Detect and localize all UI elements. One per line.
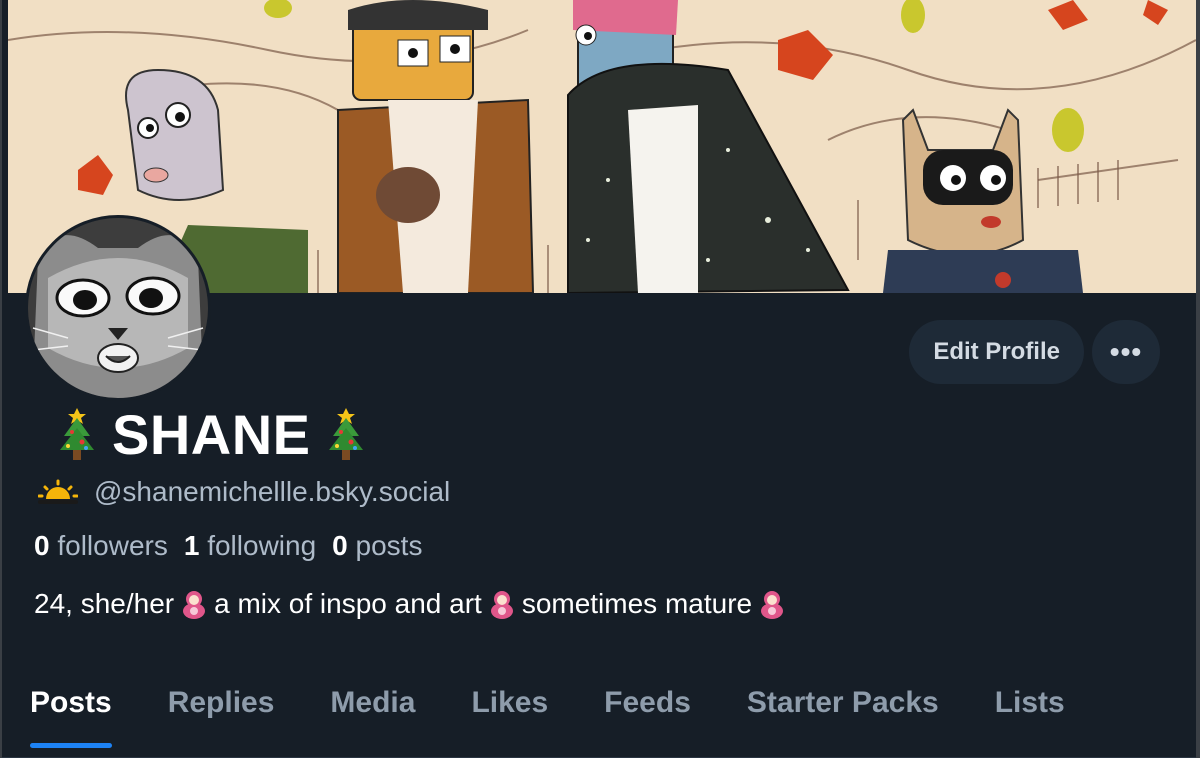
tab-posts[interactable]: Posts bbox=[2, 680, 140, 750]
profile-bio: 24, she/her a mix of inspo and art somet… bbox=[34, 588, 786, 620]
christmas-tree-icon bbox=[60, 407, 94, 460]
more-options-button[interactable]: ••• bbox=[1092, 320, 1160, 384]
christmas-tree-icon bbox=[328, 407, 363, 460]
nesting-doll-icon bbox=[761, 591, 784, 619]
profile-avatar[interactable] bbox=[25, 215, 211, 401]
profile-actions: Edit Profile ••• bbox=[909, 320, 1160, 384]
profile-tabs: Posts Replies Media Likes Feeds Starter … bbox=[2, 680, 1196, 758]
tab-feeds[interactable]: Feeds bbox=[576, 680, 719, 750]
handle-row: @shanemichellle.bsky.social bbox=[38, 476, 450, 508]
profile-page: Edit Profile ••• SHANE @shanemichellle.b… bbox=[2, 0, 1196, 758]
bio-text: a mix of inspo and art bbox=[214, 588, 482, 619]
tab-media[interactable]: Media bbox=[302, 680, 443, 750]
ellipsis-icon: ••• bbox=[1109, 336, 1143, 367]
cat-avatar-image bbox=[28, 218, 208, 398]
tab-starter-packs[interactable]: Starter Packs bbox=[719, 680, 967, 750]
nesting-doll-icon bbox=[183, 591, 206, 619]
tab-lists[interactable]: Lists bbox=[967, 680, 1093, 750]
display-name-row: SHANE bbox=[56, 402, 367, 467]
tab-likes[interactable]: Likes bbox=[443, 680, 576, 750]
posts-stat: 0 posts bbox=[332, 530, 423, 561]
following-stat[interactable]: 1 following bbox=[184, 530, 316, 562]
followers-stat[interactable]: 0 followers bbox=[34, 530, 168, 562]
tab-replies[interactable]: Replies bbox=[140, 680, 303, 750]
bio-text: sometimes mature bbox=[521, 588, 753, 619]
nesting-doll-icon bbox=[490, 591, 513, 619]
sunrise-icon bbox=[38, 479, 78, 504]
bio-text: 24, she/her bbox=[34, 588, 175, 619]
edit-profile-button[interactable]: Edit Profile bbox=[909, 320, 1084, 384]
profile-stats: 0 followers 1 following 0 posts bbox=[34, 530, 422, 562]
display-name: SHANE bbox=[112, 403, 311, 466]
profile-handle[interactable]: @shanemichellle.bsky.social bbox=[94, 476, 450, 508]
